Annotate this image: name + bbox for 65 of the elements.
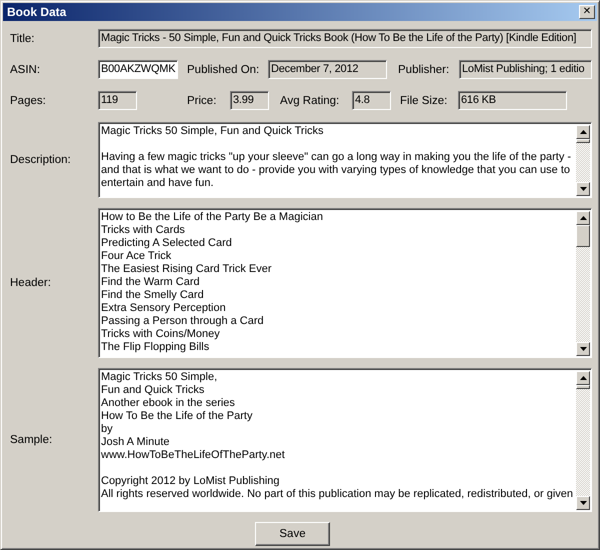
text-area[interactable] <box>98 208 592 358</box>
save-button[interactable]: Save <box>255 522 330 546</box>
scroll-down-arrow-icon <box>580 187 586 191</box>
text-line: Having a few magic tricks "up your sleeve" can go a long way in making you the life of the party - and that is what we want to do - provide you with varying types of knowledge that you can use to entertain and have fun. <box>101 151 572 190</box>
text-line: Four Ace Trick <box>101 250 172 263</box>
scroll-up-arrow-icon <box>580 376 586 380</box>
field-label: Description: <box>10 154 72 166</box>
text-line: Passing a Person through a Card <box>101 315 265 328</box>
text-line: All rights reserved worldwide. No part of this publication may be replicated, redistributed, or given <box>101 488 574 501</box>
scrollbar[interactable] <box>576 125 590 196</box>
text-line: The Flip Flopping Bills <box>101 341 210 354</box>
field-label: Title: <box>10 32 36 44</box>
field-label: ASIN: <box>10 64 42 76</box>
text-line: Magic Tricks 50 Simple, <box>101 371 218 384</box>
scroll-thumb[interactable] <box>576 385 590 389</box>
scroll-thumb[interactable] <box>576 139 590 143</box>
scroll-down-button[interactable] <box>576 342 590 356</box>
scroll-down-button[interactable] <box>576 182 590 196</box>
text-line: How to Be the Life of the Party Be a Magician <box>101 211 324 224</box>
text-line: How To Be the Life of the Party <box>101 410 254 423</box>
scroll-up-arrow-icon <box>580 130 586 134</box>
text-line: Tricks with Cards <box>101 224 186 237</box>
text-line: Fun and Quick Tricks <box>101 384 206 397</box>
text-line: The Easiest Rising Card Trick Ever <box>101 263 273 276</box>
scrollbar[interactable] <box>576 211 590 356</box>
window-title: Book Data <box>7 5 66 19</box>
text-line: Find the Smelly Card <box>101 289 205 302</box>
scroll-up-arrow-icon <box>580 216 586 220</box>
scroll-thumb[interactable] <box>576 225 590 247</box>
text-line: Extra Sensory Perception <box>101 302 227 315</box>
field-label: File Size: <box>400 94 448 106</box>
field-label: Pages: <box>10 94 47 106</box>
scroll-down-button[interactable] <box>576 496 590 510</box>
field-label: Sample: <box>10 434 54 446</box>
text-line: Another ebook in the series <box>101 397 236 410</box>
text-field[interactable]: 4.8 <box>352 91 391 110</box>
text-line: Find the Warm Card <box>101 276 201 289</box>
text-line: www.HowToBeTheLifeOfTheParty.net <box>101 449 286 462</box>
text-line: Josh A Minute <box>101 436 170 449</box>
scroll-up-button[interactable] <box>576 125 590 139</box>
field-label: Publisher: <box>398 64 450 76</box>
text-field[interactable]: 3.99 <box>230 91 269 110</box>
scroll-down-arrow-icon <box>580 347 586 351</box>
text-line: by <box>101 423 114 436</box>
text-field[interactable]: December 7, 2012 <box>268 60 387 79</box>
text-line: Magic Tricks 50 Simple, Fun and Quick Tricks <box>101 125 325 138</box>
field-label: Published On: <box>187 64 260 76</box>
field-label: Header: <box>10 277 52 289</box>
text-field[interactable]: B00AKZWQMK <box>98 60 178 79</box>
field-label: Avg Rating: <box>280 94 340 106</box>
close-button[interactable]: ✕ <box>579 5 595 19</box>
scroll-up-button[interactable] <box>576 371 590 385</box>
text-line: Copyright 2012 by LoMist Publishing <box>101 475 281 488</box>
text-area[interactable] <box>98 368 592 512</box>
text-field[interactable]: Magic Tricks - 50 Simple, Fun and Quick Tricks Book (How To Be the Life of the Party) [Kindle Edition] <box>98 29 592 48</box>
text-field[interactable]: LoMist Publishing; 1 editio <box>459 60 592 79</box>
scroll-up-button[interactable] <box>576 211 590 225</box>
field-label: Price: <box>187 94 218 106</box>
scroll-down-arrow-icon <box>580 501 586 505</box>
text-field[interactable]: 119 <box>98 91 137 110</box>
scrollbar[interactable] <box>576 371 590 510</box>
text-line: Predicting A Selected Card <box>101 237 233 250</box>
text-line: Tricks with Coins/Money <box>101 328 221 341</box>
text-area[interactable] <box>98 122 592 198</box>
text-field[interactable]: 616 KB <box>458 91 567 110</box>
